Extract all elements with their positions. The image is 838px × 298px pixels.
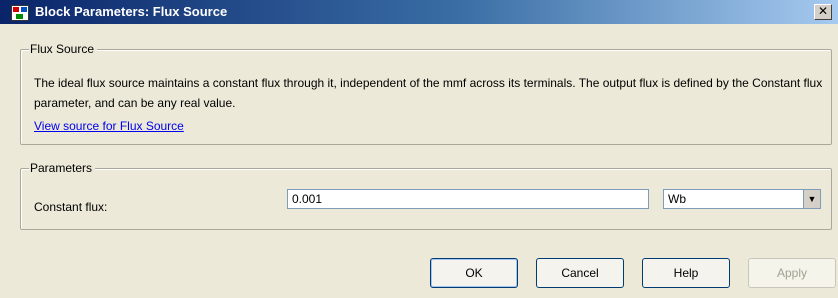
parameters-legend: Parameters — [29, 161, 96, 175]
constant-flux-label: Constant flux: — [34, 200, 108, 214]
view-source-link[interactable]: View source for Flux Source — [34, 118, 184, 134]
flux-source-legend: Flux Source — [29, 42, 98, 56]
block-description: The ideal flux source maintains a consta… — [34, 76, 823, 110]
close-icon: ✕ — [817, 4, 829, 18]
constant-flux-input[interactable] — [287, 189, 649, 209]
title-bar: Block Parameters: Flux Source ✕ — [0, 0, 838, 24]
flux-unit-select[interactable]: Wb ▼ — [663, 189, 821, 209]
chevron-down-icon[interactable]: ▼ — [803, 190, 820, 208]
close-button[interactable]: ✕ — [814, 4, 832, 20]
simulink-block-icon — [11, 5, 29, 21]
ok-button[interactable]: OK — [430, 258, 518, 288]
help-button[interactable]: Help — [642, 258, 730, 288]
flux-unit-value: Wb — [668, 192, 686, 206]
cancel-button[interactable]: Cancel — [536, 258, 624, 288]
apply-button[interactable]: Apply — [748, 258, 836, 288]
window-title: Block Parameters: Flux Source — [35, 4, 228, 19]
